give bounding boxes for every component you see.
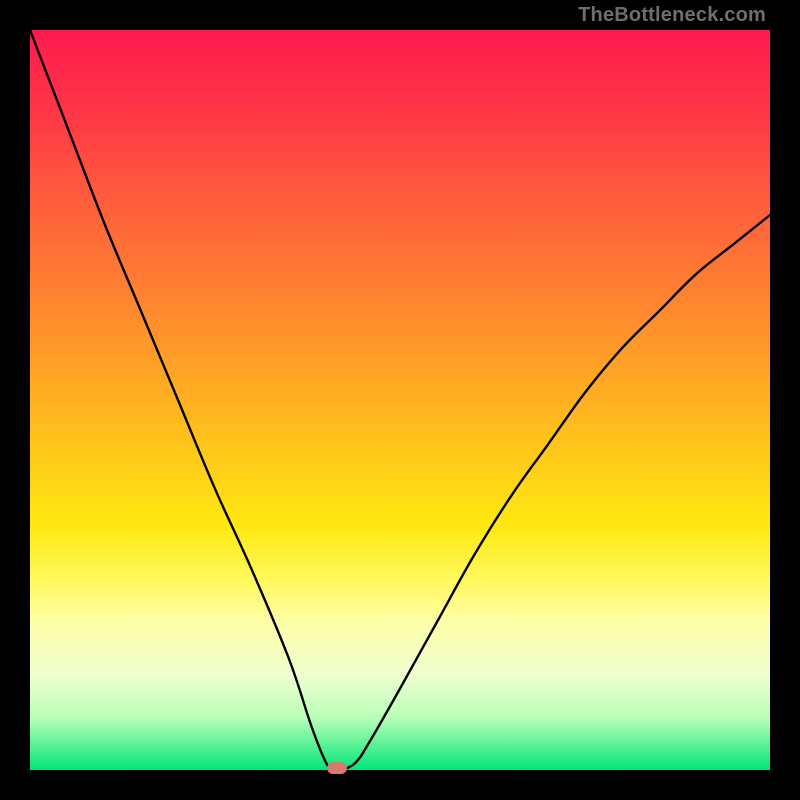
plot-area [30,30,770,770]
curve-layer [30,30,770,770]
bottleneck-curve [30,30,770,770]
chart-frame: TheBottleneck.com [0,0,800,800]
minimum-marker [327,762,347,774]
watermark-text: TheBottleneck.com [578,4,766,27]
